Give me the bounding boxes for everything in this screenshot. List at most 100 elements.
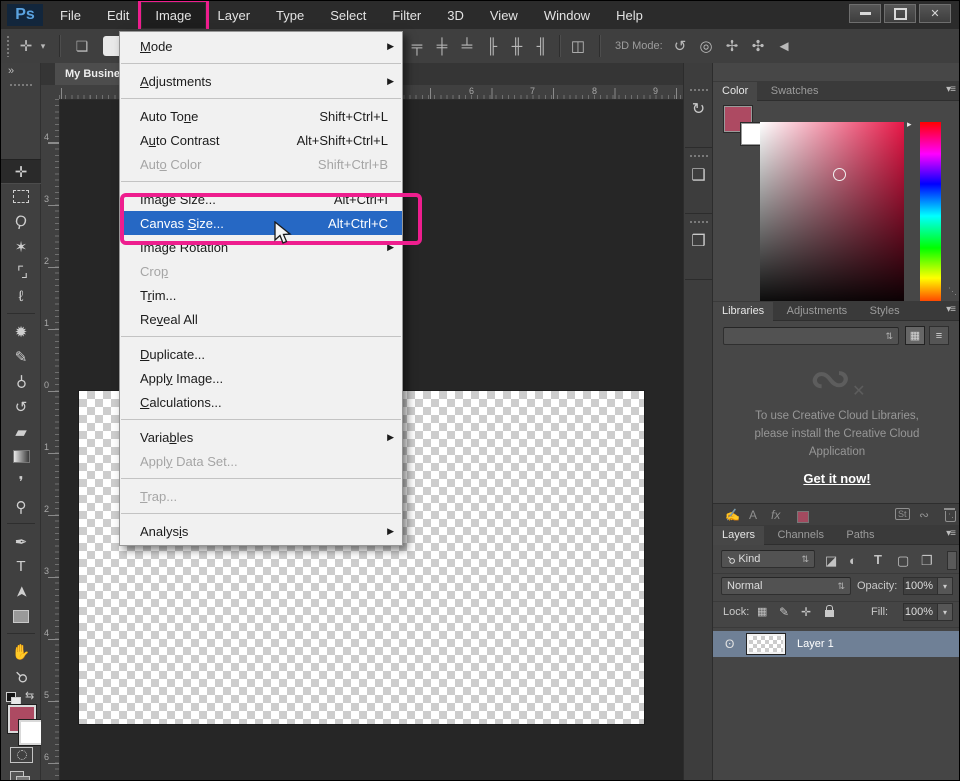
lock-transparency-icon[interactable]: ▦	[757, 605, 767, 618]
swap-colors-icon[interactable]: ⇆	[25, 689, 34, 702]
dodge-tool[interactable]: ⚲	[1, 494, 41, 519]
adobe-stock-icon[interactable]: St	[895, 508, 910, 520]
filter-image-layers-icon[interactable]: ◪	[825, 553, 837, 569]
menubar-item-file[interactable]: File	[47, 3, 94, 28]
menu-item-canvas-size[interactable]: Canvas Size...Alt+Ctrl+C	[120, 211, 402, 235]
tab-libraries[interactable]: Libraries	[713, 302, 773, 321]
gradient-tool[interactable]	[1, 444, 41, 469]
3d-slide-icon[interactable]: ✣	[747, 29, 769, 63]
lasso-tool[interactable]: Ϙ	[1, 209, 41, 234]
properties-panel-button[interactable]: ❑	[685, 149, 712, 214]
tab-channels[interactable]: Channels	[768, 526, 832, 545]
align-bottom-edges-icon[interactable]: ╧	[456, 29, 478, 63]
libraries-panel-menu-icon[interactable]: ▾≡	[946, 304, 955, 315]
filter-type-layers-icon[interactable]: T	[874, 552, 882, 567]
tab-swatches[interactable]: Swatches	[762, 82, 828, 101]
filter-adjustment-layers-icon[interactable]: ◐	[849, 553, 857, 568]
color-panel-menu-icon[interactable]: ▾≡	[946, 84, 955, 95]
library-select-dropdown[interactable]: ⇅	[723, 327, 899, 345]
toolbox-grip[interactable]	[9, 83, 33, 88]
vertical-ruler[interactable]: 43210123456	[41, 99, 60, 781]
lock-all-icon[interactable]	[825, 610, 834, 617]
lock-pixels-icon[interactable]: ✎	[779, 605, 789, 619]
healing-brush-tool[interactable]: ✹	[1, 319, 41, 344]
screen-mode-button[interactable]	[16, 776, 30, 781]
filter-smart-object-icon[interactable]: ❐	[921, 553, 933, 569]
align-horizontal-centers-icon[interactable]: ╫	[506, 29, 528, 63]
blend-mode-dropdown[interactable]: Normal⇅	[721, 577, 851, 595]
menu-item-calculations[interactable]: Calculations...	[120, 390, 402, 414]
magic-wand-tool[interactable]: ✶	[1, 234, 41, 259]
menu-item-image-rotation[interactable]: Image Rotation▶	[120, 235, 402, 259]
panel-resize-grip-icon[interactable]: ⋱	[948, 286, 957, 297]
menu-item-auto-color[interactable]: Auto ColorShift+Ctrl+B	[120, 152, 402, 176]
library-color-swatch[interactable]	[797, 511, 809, 523]
crop-tool[interactable]: ⌜⌟	[1, 259, 41, 284]
menubar-item-edit[interactable]: Edit	[94, 3, 142, 28]
align-left-edges-icon[interactable]: ╟	[481, 29, 503, 63]
opacity-input[interactable]: 100%▾	[903, 577, 953, 595]
clone-stamp-tool[interactable]: ⚲	[1, 369, 41, 394]
auto-select-icon[interactable]: ❏	[71, 29, 93, 63]
menu-item-trap[interactable]: Trap...	[120, 484, 402, 508]
library-type-icon[interactable]: A	[749, 508, 757, 522]
blur-tool[interactable]: ❜	[1, 469, 41, 494]
menu-item-auto-contrast[interactable]: Auto ContrastAlt+Shift+Ctrl+L	[120, 128, 402, 152]
tab-layers[interactable]: Layers	[713, 526, 764, 545]
menu-item-crop[interactable]: Crop	[120, 259, 402, 283]
brush-tool[interactable]: ✎	[1, 344, 41, 369]
tab-color[interactable]: Color	[713, 82, 757, 101]
color-field[interactable]	[760, 122, 904, 310]
tab-paths[interactable]: Paths	[837, 526, 883, 545]
library-sketch-icon[interactable]: ✍	[725, 508, 740, 522]
menu-item-duplicate[interactable]: Duplicate...	[120, 342, 402, 366]
menubar-item-filter[interactable]: Filter	[379, 3, 434, 28]
layer-thumbnail[interactable]	[747, 634, 785, 654]
menu-item-variables[interactable]: Variables▶	[120, 425, 402, 449]
quick-mask-button[interactable]	[10, 747, 33, 763]
filter-toggle[interactable]	[947, 551, 957, 570]
menu-item-image-size[interactable]: Image Size...Alt+Ctrl+I	[120, 187, 402, 211]
path-selection-tool[interactable]: ➤	[1, 579, 41, 604]
hue-slider[interactable]	[920, 122, 941, 310]
history-panel-button[interactable]: ↻	[685, 83, 712, 148]
hue-slider-marker-icon[interactable]: ▸	[907, 119, 912, 130]
layer-visibility-eye-icon[interactable]: ʘ	[725, 637, 734, 651]
zoom-tool[interactable]: ⚲	[1, 664, 41, 689]
close-button[interactable]: ✕	[919, 4, 951, 23]
library-fx-icon[interactable]: fx	[771, 508, 780, 522]
shape-tool[interactable]	[1, 604, 41, 629]
menubar-item-image[interactable]: Image	[142, 3, 204, 28]
3d-roll-icon[interactable]: ◎	[695, 29, 717, 63]
tab-adjustments[interactable]: Adjustments	[778, 302, 857, 321]
3d-pan-icon[interactable]: ✢	[721, 29, 743, 63]
filter-shape-layers-icon[interactable]: ▢	[897, 553, 909, 569]
tool-preset-caret-icon[interactable]: ▾	[37, 29, 49, 63]
fill-caret-icon[interactable]: ▾	[937, 604, 952, 620]
maximize-button[interactable]	[884, 4, 916, 23]
menubar-item-view[interactable]: View	[477, 3, 531, 28]
minimize-button[interactable]	[849, 4, 881, 23]
3d-orbit-icon[interactable]: ↺	[669, 29, 691, 63]
move-tool[interactable]: ✛	[1, 159, 41, 184]
options-grip[interactable]	[6, 35, 11, 57]
3d-camera-icon[interactable]: ◄	[773, 29, 795, 63]
cc-sync-disabled-icon[interactable]: ∾	[919, 508, 929, 522]
menu-item-reveal-all[interactable]: Reveal All	[120, 307, 402, 331]
menu-item-mode[interactable]: Mode▶	[120, 34, 402, 58]
menubar-item-type[interactable]: Type	[263, 3, 317, 28]
menubar-item-3d[interactable]: 3D	[434, 3, 477, 28]
marquee-tool[interactable]	[1, 184, 41, 209]
menu-item-apply-data-set[interactable]: Apply Data Set...	[120, 449, 402, 473]
menu-item-apply-image[interactable]: Apply Image...	[120, 366, 402, 390]
eraser-tool[interactable]: ▰	[1, 419, 41, 444]
menu-item-trim[interactable]: Trim...	[120, 283, 402, 307]
get-it-now-link[interactable]: Get it now!	[713, 471, 960, 486]
menu-item-adjustments[interactable]: Adjustments▶	[120, 69, 402, 93]
menubar-item-help[interactable]: Help	[603, 3, 656, 28]
list-view-button[interactable]: ≡	[929, 326, 949, 345]
menubar-item-select[interactable]: Select	[317, 3, 379, 28]
menubar-item-window[interactable]: Window	[531, 3, 603, 28]
lock-position-icon[interactable]: ✛	[801, 605, 811, 619]
menubar-item-layer[interactable]: Layer	[205, 3, 264, 28]
